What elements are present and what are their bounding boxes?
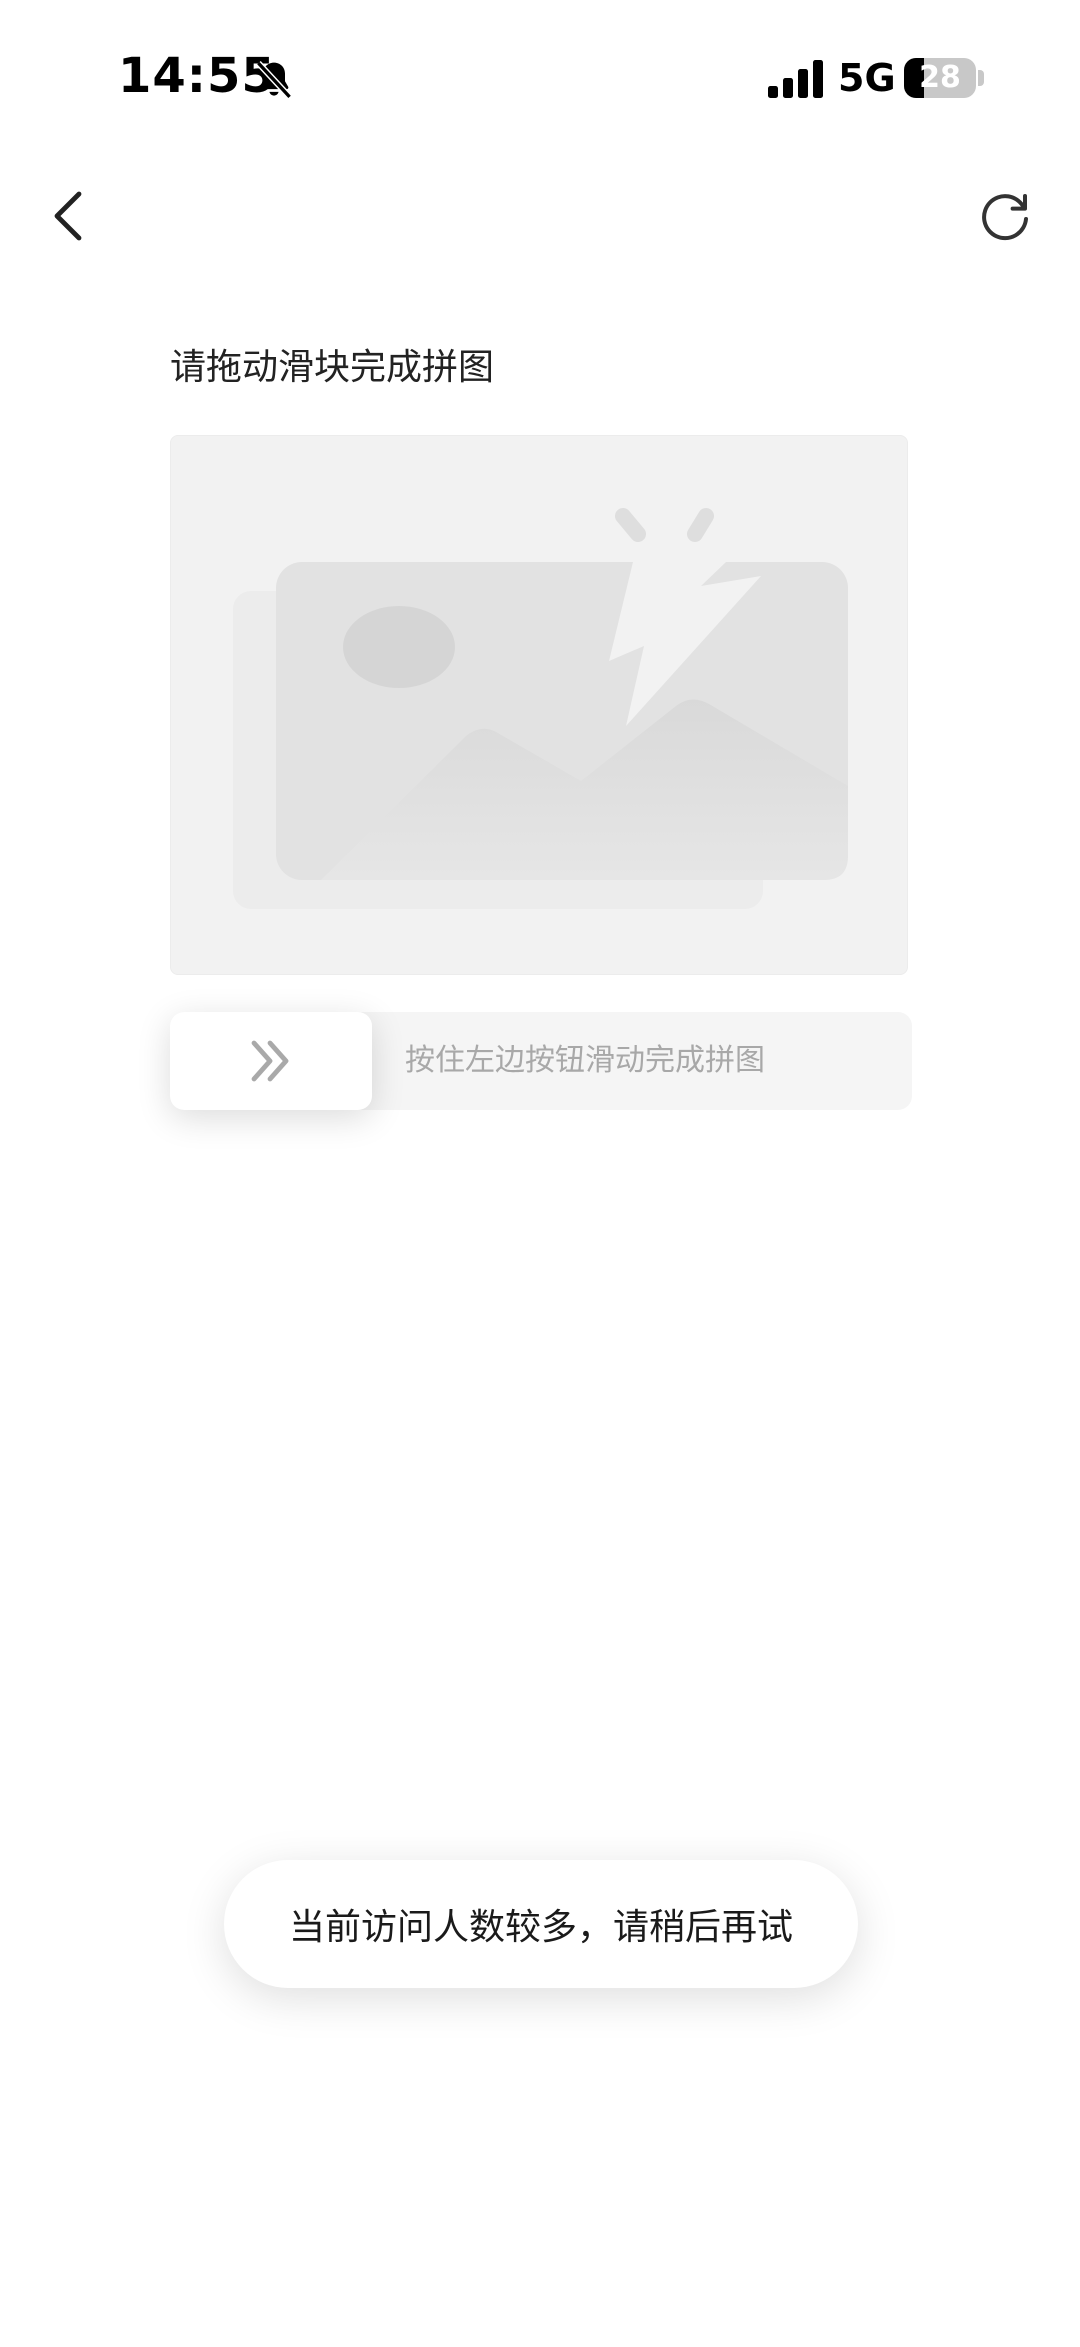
slider-hint: 按住左边按钮滑动完成拼图 — [405, 1043, 765, 1078]
bell-slash-icon — [256, 61, 292, 99]
status-bar: 14:55 5G 28 — [0, 0, 1080, 160]
double-chevron-right-icon — [251, 1040, 289, 1082]
refresh-icon — [982, 194, 1028, 241]
refresh-button[interactable] — [970, 182, 1040, 252]
back-button[interactable] — [40, 180, 96, 252]
battery-tip — [978, 70, 984, 86]
toast-message: 当前访问人数较多，请稍后再试 — [288, 1907, 793, 1948]
signal-bars-icon — [768, 60, 823, 98]
broken-image-icon — [233, 508, 848, 909]
puzzle-image-area — [170, 435, 908, 975]
battery-icon: 28 — [904, 58, 976, 98]
chevron-left-icon — [54, 191, 82, 241]
network-type: 5G — [838, 56, 896, 100]
toast: 当前访问人数较多，请稍后再试 — [224, 1860, 858, 1988]
slider-handle[interactable] — [170, 1012, 372, 1110]
battery-level: 28 — [919, 60, 961, 95]
captcha-title: 请拖动滑块完成拼图 — [170, 347, 495, 388]
